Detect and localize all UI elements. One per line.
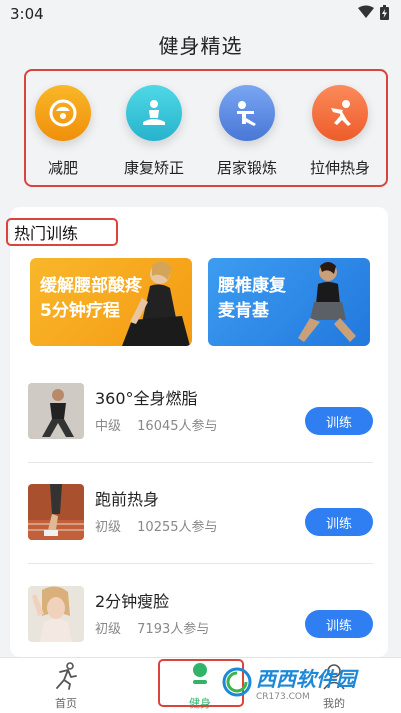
- category-label: 康复矫正: [123, 159, 184, 177]
- divider: [28, 462, 373, 463]
- section-title: 热门训练: [6, 218, 118, 246]
- category-home-workout[interactable]: 居家锻炼: [202, 85, 292, 178]
- workout-name: 2分钟瘦脸: [95, 592, 170, 611]
- train-button[interactable]: 训练: [305, 610, 373, 638]
- meditation-icon: [126, 85, 182, 141]
- watermark-subtext: CR173.COM: [256, 691, 310, 702]
- workout-name: 360°全身燃脂: [95, 389, 198, 408]
- workout-participants: 10255人参与: [137, 520, 218, 535]
- list-item[interactable]: 跑前热身 初级 10255人参与 训练: [28, 484, 373, 544]
- exercise-icon: [219, 85, 275, 141]
- workout-participants: 16045人参与: [137, 419, 218, 434]
- category-label: 减肥: [47, 159, 78, 177]
- workout-meta: 中级 16045人参与: [95, 415, 218, 434]
- banner-mckenzie[interactable]: 腰椎康复 麦肯基: [208, 258, 370, 346]
- banner-text: 腰椎康复 麦肯基: [218, 276, 286, 321]
- battery-icon: [380, 4, 389, 24]
- tab-home[interactable]: 首页: [26, 662, 106, 711]
- workout-thumbnail: [28, 383, 84, 439]
- category-weight-loss[interactable]: 减肥: [18, 85, 108, 178]
- watermark-logo-icon: [222, 667, 252, 697]
- category-label: 拉伸热身: [309, 159, 370, 177]
- watermark: 西西软件园 CR173.COM: [222, 662, 382, 702]
- workout-thumbnail: [28, 586, 84, 642]
- workout-participants: 7193人参与: [137, 622, 210, 637]
- divider: [28, 563, 373, 564]
- banner-lumbar-relief[interactable]: 缓解腰部酸疼 5分钟疗程: [30, 258, 192, 346]
- train-button[interactable]: 训练: [305, 407, 373, 435]
- stretch-icon: [312, 85, 368, 141]
- category-label: 居家锻炼: [216, 159, 277, 177]
- workout-level: 初级: [95, 622, 122, 637]
- status-icons: [358, 4, 389, 24]
- workout-meta: 初级 7193人参与: [95, 618, 209, 637]
- train-button[interactable]: 训练: [305, 508, 373, 536]
- tab-label: 首页: [55, 697, 77, 710]
- running-icon: [53, 662, 79, 693]
- workout-level: 初级: [95, 520, 122, 535]
- category-stretch[interactable]: 拉伸热身: [295, 85, 385, 178]
- workout-level: 中级: [95, 419, 122, 434]
- status-bar: 3:04: [0, 0, 401, 28]
- category-rehab[interactable]: 康复矫正: [109, 85, 199, 178]
- list-item[interactable]: 360°全身燃脂 中级 16045人参与 训练: [28, 383, 373, 443]
- watermark-text: 西西软件园: [256, 666, 356, 691]
- banner-text: 缓解腰部酸疼 5分钟疗程: [40, 276, 142, 321]
- status-time: 3:04: [10, 5, 44, 23]
- banner-person-image: [298, 262, 356, 342]
- list-item[interactable]: 2分钟瘦脸 初级 7193人参与 训练: [28, 586, 373, 646]
- workout-thumbnail: [28, 484, 84, 540]
- wifi-icon: [358, 5, 374, 23]
- page-title: 健身精选: [158, 34, 243, 58]
- category-section: 减肥 康复矫正 居家锻炼 拉伸热身: [24, 69, 388, 187]
- workout-meta: 初级 10255人参与: [95, 516, 218, 535]
- scale-icon: [35, 85, 91, 141]
- workout-name: 跑前热身: [95, 490, 160, 509]
